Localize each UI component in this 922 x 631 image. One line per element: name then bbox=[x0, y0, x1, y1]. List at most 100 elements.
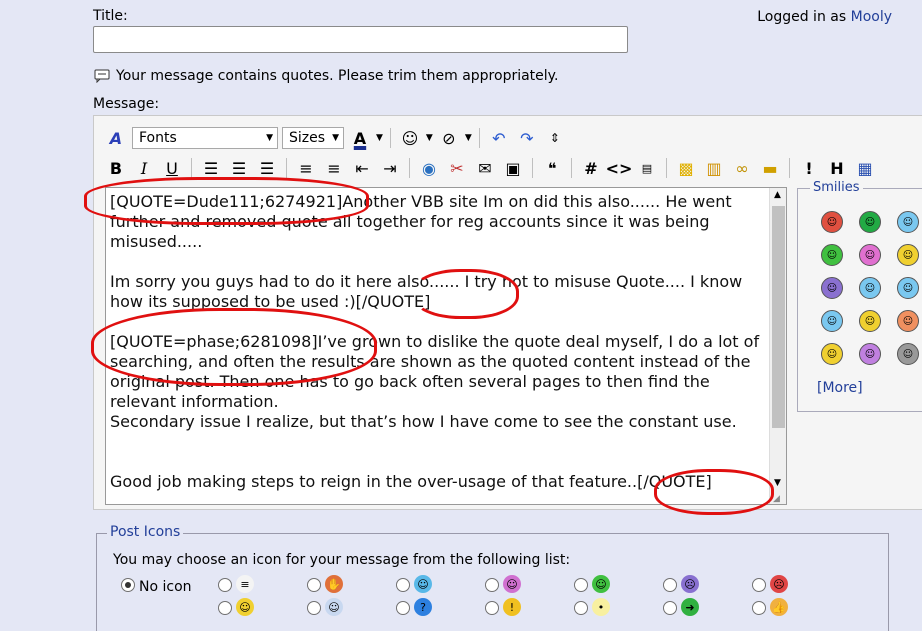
scrollbar-thumb[interactable] bbox=[772, 206, 785, 428]
toolbar-row-1: A Fonts ▼ Sizes ▼ A ▼ ☺ ▼ ⊘ ▼ ↶ ↷ ⇕ bbox=[104, 126, 567, 150]
chevron-down-icon[interactable]: ▼ bbox=[465, 133, 472, 143]
post-icon-question-radio[interactable] bbox=[396, 601, 410, 615]
post-icon-document-icon: ≡ bbox=[236, 575, 254, 593]
smilies-panel: Smilies ☺ ☺ ☺ ☺ ☺ ☺ ☺ ☺ ☺ ☺ ☺ ☺ ☺ ☺ ☺ [More] bbox=[797, 180, 922, 412]
no-icon-label: No icon bbox=[139, 579, 192, 595]
smiley-icon[interactable]: ☺ bbox=[398, 126, 422, 150]
post-icons-legend: Post Icons bbox=[107, 524, 184, 540]
post-icon-grin-radio[interactable] bbox=[574, 578, 588, 592]
post-icon-smile-icon: ☺ bbox=[236, 598, 254, 616]
smiley-icon[interactable]: ☺ bbox=[821, 211, 843, 233]
post-icon-question-icon: ? bbox=[414, 598, 432, 616]
attachment-icon[interactable]: ⊘ bbox=[437, 126, 461, 150]
box-icon[interactable]: ▬ bbox=[758, 156, 782, 180]
hash-icon[interactable]: # bbox=[579, 156, 603, 180]
post-icon-sad-radio[interactable] bbox=[663, 578, 677, 592]
chevron-down-icon: ▼ bbox=[266, 133, 273, 143]
toolbar-divider bbox=[571, 158, 572, 178]
resize-icon[interactable]: ⇕ bbox=[543, 126, 567, 150]
size-select-label: Sizes bbox=[289, 130, 326, 146]
logged-in-prefix: Logged in as bbox=[757, 9, 847, 25]
insert-image-icon[interactable]: ▣ bbox=[501, 156, 525, 180]
book-icon[interactable]: ▥ bbox=[702, 156, 726, 180]
speech-bubble-icon bbox=[94, 69, 110, 83]
post-icon-document-radio[interactable] bbox=[218, 578, 232, 592]
chevron-down-icon[interactable]: ▼ bbox=[426, 133, 433, 143]
insert-email-icon[interactable]: ✉ bbox=[473, 156, 497, 180]
post-icons-description: You may choose an icon for your message … bbox=[113, 552, 571, 568]
code-icon[interactable]: <> bbox=[606, 156, 633, 180]
smiley-icon[interactable]: ☺ bbox=[897, 310, 919, 332]
annotation-circle bbox=[654, 469, 774, 515]
username-link[interactable]: Mooly bbox=[851, 9, 892, 25]
table-icon[interactable]: ▦ bbox=[853, 156, 877, 180]
toolbar-divider bbox=[409, 158, 410, 178]
spoiler-icon[interactable]: ▩ bbox=[674, 156, 698, 180]
size-select[interactable]: Sizes ▼ bbox=[282, 127, 344, 149]
vertical-scrollbar[interactable]: ▲ ▼ ◢ bbox=[769, 188, 786, 504]
post-icon-thumbs-up-radio[interactable] bbox=[752, 601, 766, 615]
post-icon-sad-icon: ☹ bbox=[681, 575, 699, 593]
font-select[interactable]: Fonts ▼ bbox=[132, 127, 278, 149]
post-icon-sunglasses-radio[interactable] bbox=[307, 601, 321, 615]
post-icon-lightbulb-radio[interactable] bbox=[574, 601, 588, 615]
smiley-icon[interactable]: ☺ bbox=[897, 343, 919, 365]
text-color-icon[interactable]: A bbox=[348, 126, 372, 150]
title-label: Title: bbox=[93, 8, 128, 24]
smiley-icon[interactable]: ☺ bbox=[821, 310, 843, 332]
outdent-icon[interactable]: ⇤ bbox=[350, 156, 374, 180]
post-icon-warning-radio[interactable] bbox=[485, 601, 499, 615]
post-icon-lightbulb-icon: • bbox=[592, 598, 610, 616]
redo-icon[interactable]: ↷ bbox=[515, 126, 539, 150]
smiley-icon[interactable]: ☺ bbox=[897, 277, 919, 299]
smiley-icon[interactable]: ☺ bbox=[859, 310, 881, 332]
chevron-down-icon[interactable]: ▼ bbox=[376, 133, 383, 143]
post-icon-smile-radio[interactable] bbox=[218, 601, 232, 615]
scroll-down-icon[interactable]: ▼ bbox=[774, 478, 781, 488]
italic-icon[interactable]: I bbox=[132, 156, 156, 180]
post-icon-arrow-radio[interactable] bbox=[663, 601, 677, 615]
smiley-icon[interactable]: ☺ bbox=[821, 277, 843, 299]
smiley-icon[interactable]: ☺ bbox=[859, 244, 881, 266]
more-smilies-link[interactable]: [More] bbox=[817, 380, 863, 396]
smiley-icon[interactable]: ☺ bbox=[859, 211, 881, 233]
undo-icon[interactable]: ↶ bbox=[487, 126, 511, 150]
logged-in-status: Logged in as Mooly bbox=[757, 9, 892, 25]
toolbar-divider bbox=[478, 128, 480, 148]
toolbar-divider bbox=[191, 158, 192, 178]
indent-icon[interactable]: ⇥ bbox=[378, 156, 402, 180]
smiley-icon[interactable]: ☺ bbox=[821, 244, 843, 266]
remove-format-icon[interactable]: A bbox=[104, 126, 128, 150]
post-icon-grin-icon: ☺ bbox=[592, 575, 610, 593]
h-bar-icon[interactable]: H bbox=[825, 156, 849, 180]
exclamation-icon[interactable]: ! bbox=[797, 156, 821, 180]
bold-icon[interactable]: B bbox=[104, 156, 128, 180]
post-icon-laugh-icon: ☺ bbox=[503, 575, 521, 593]
post-icon-thumbs-down-radio[interactable] bbox=[307, 578, 321, 592]
toolbar-divider bbox=[389, 128, 391, 148]
post-icon-angry-icon: ☹ bbox=[770, 575, 788, 593]
remove-link-icon[interactable]: ✂ bbox=[445, 156, 469, 180]
annotation-circle bbox=[91, 308, 377, 386]
post-icon-cool-radio[interactable] bbox=[396, 578, 410, 592]
post-icon-arrow-icon: ➜ bbox=[681, 598, 699, 616]
title-input[interactable] bbox=[93, 26, 628, 53]
smiley-icon[interactable]: ☺ bbox=[897, 211, 919, 233]
resize-grip-icon[interactable]: ◢ bbox=[773, 494, 780, 504]
unordered-list-icon[interactable]: ≡ bbox=[322, 156, 346, 180]
toolbar-divider bbox=[532, 158, 533, 178]
smiley-icon[interactable]: ☺ bbox=[859, 277, 881, 299]
scroll-up-icon[interactable]: ▲ bbox=[774, 190, 781, 200]
insert-link-icon[interactable]: ◉ bbox=[417, 156, 441, 180]
quote-warning-text: Your message contains quotes. Please tri… bbox=[116, 68, 559, 84]
ordered-list-icon[interactable]: ≡ bbox=[294, 156, 318, 180]
quote-icon[interactable]: ❝ bbox=[540, 156, 564, 180]
php-icon[interactable]: ▤ bbox=[635, 156, 659, 180]
chain-icon[interactable]: ∞ bbox=[730, 156, 754, 180]
no-icon-radio[interactable] bbox=[121, 578, 135, 592]
smiley-icon[interactable]: ☺ bbox=[897, 244, 919, 266]
post-icon-laugh-radio[interactable] bbox=[485, 578, 499, 592]
post-icon-angry-radio[interactable] bbox=[752, 578, 766, 592]
smiley-icon[interactable]: ☺ bbox=[859, 343, 881, 365]
smiley-icon[interactable]: ☺ bbox=[821, 343, 843, 365]
